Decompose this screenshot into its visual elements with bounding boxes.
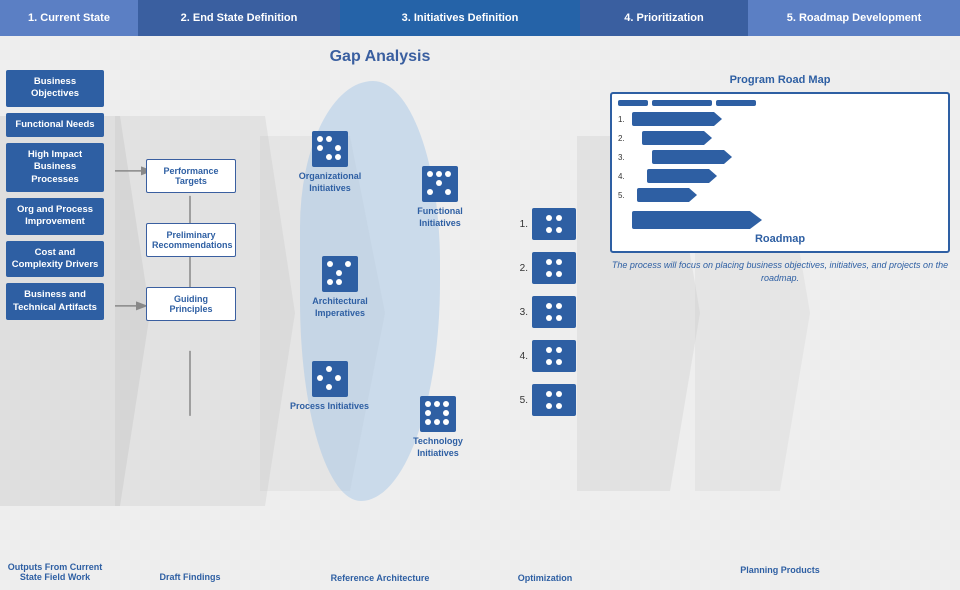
functional-initiatives-item: Functional Initiatives (400, 166, 480, 229)
priority-item-4: 4. (514, 340, 576, 372)
priority-bar-4 (532, 340, 576, 372)
roadmap-arrow-2 (642, 131, 712, 145)
endstate-footer: Draft Findings (116, 572, 264, 582)
priority-item-5: 5. (514, 384, 576, 416)
sidebar-box-business-objectives: Business Objectives (6, 70, 104, 107)
performance-targets-label: Performance Targets (146, 159, 236, 193)
tab-prioritization[interactable]: 4. Prioritization (580, 0, 748, 36)
priority-bar-1 (532, 208, 576, 240)
roadmap-row-1: 1. (618, 112, 942, 126)
initiatives-section: Gap Analysis Organizational Initiatives (270, 36, 490, 590)
org-initiatives-icon (312, 131, 348, 167)
roadmap-big-arrow (632, 211, 762, 229)
priority-bar-5 (532, 384, 576, 416)
timeline-segment-3 (716, 100, 756, 106)
roadmap-footer: Planning Products (610, 560, 950, 582)
roadmap-arrow-3 (652, 150, 732, 164)
org-initiatives-item: Organizational Initiatives (290, 131, 370, 194)
priority-bar-3 (532, 296, 576, 328)
technology-initiatives-item: Technology Initiatives (398, 396, 478, 459)
architectural-imperatives-icon (322, 256, 358, 292)
guiding-principles-box: Guiding Principles (146, 287, 264, 321)
timeline-segment-2 (652, 100, 712, 106)
priority-item-1: 1. (514, 208, 576, 240)
roadmap-arrow-5 (637, 188, 697, 202)
roadmap-big-arrow-row (618, 211, 942, 229)
priority-bar-2 (532, 252, 576, 284)
prelim-recs-label: Preliminary Recommendations (146, 223, 236, 257)
architectural-imperatives-label: Architectural Imperatives (300, 296, 380, 319)
endstate-section: Performance Targets Preliminary Recommen… (110, 36, 270, 590)
tab-current-state[interactable]: 1. Current State (0, 0, 138, 36)
tab-initiatives[interactable]: 3. Initiatives Definition (340, 0, 580, 36)
process-initiatives-label: Process Initiatives (290, 401, 369, 413)
prelim-recs-box: Preliminary Recommendations (146, 223, 264, 257)
tab-end-state[interactable]: 2. End State Definition (138, 0, 340, 36)
roadmap-row-4: 4. (618, 169, 942, 183)
process-initiatives-item: Process Initiatives (290, 361, 369, 413)
prioritization-footer: Optimization (490, 568, 600, 590)
initiatives-footer: Reference Architecture (270, 568, 490, 586)
tab-roadmap[interactable]: 5. Roadmap Development (748, 0, 960, 36)
sidebar-box-artifacts: Business and Technical Artifacts (6, 283, 104, 320)
roadmap-box: 1. 2. 3. 4. (610, 92, 950, 253)
functional-initiatives-icon (422, 166, 458, 202)
roadmap-section: Program Road Map 1. (600, 36, 960, 590)
sidebar-box-cost-complexity: Cost and Complexity Drivers (6, 241, 104, 278)
roadmap-row-2: 2. (618, 131, 942, 145)
roadmap-arrow-1 (632, 112, 722, 126)
header-tabs: 1. Current State 2. End State Definition… (0, 0, 960, 36)
sidebar-box-functional-needs: Functional Needs (6, 113, 104, 137)
sidebar-box-high-impact: High Impact Business Processes (6, 143, 104, 192)
org-initiatives-label: Organizational Initiatives (290, 171, 370, 194)
timeline-segment-1 (618, 100, 648, 106)
roadmap-row-3: 3. (618, 150, 942, 164)
main-content: Business Objectives Functional Needs Hig… (0, 36, 960, 590)
functional-initiatives-label: Functional Initiatives (400, 206, 480, 229)
roadmap-arrow-4 (647, 169, 717, 183)
sidebar-footer: Outputs From Current State Field Work (6, 562, 104, 582)
process-initiatives-icon (312, 361, 348, 397)
sidebar-box-org-process: Org and Process Improvement (6, 198, 104, 235)
roadmap-section-label: Roadmap (618, 233, 942, 245)
program-roadmap-title: Program Road Map (610, 74, 950, 86)
sidebar-section: Business Objectives Functional Needs Hig… (0, 36, 110, 590)
priority-item-2: 2. (514, 252, 576, 284)
roadmap-rows: 1. 2. 3. 4. (618, 112, 942, 229)
prioritization-section: 1. 2. 3. (490, 36, 600, 590)
roadmap-row-5: 5. (618, 188, 942, 202)
architectural-imperatives-item: Architectural Imperatives (300, 256, 380, 319)
performance-targets-box: Performance Targets (146, 159, 264, 193)
roadmap-description: The process will focus on placing busine… (610, 259, 950, 284)
gap-analysis-title: Gap Analysis (270, 36, 490, 70)
technology-initiatives-label: Technology Initiatives (398, 436, 478, 459)
priority-item-3: 3. (514, 296, 576, 328)
roadmap-timeline-bar (618, 100, 942, 106)
guiding-principles-label: Guiding Principles (146, 287, 236, 321)
technology-initiatives-icon (420, 396, 456, 432)
